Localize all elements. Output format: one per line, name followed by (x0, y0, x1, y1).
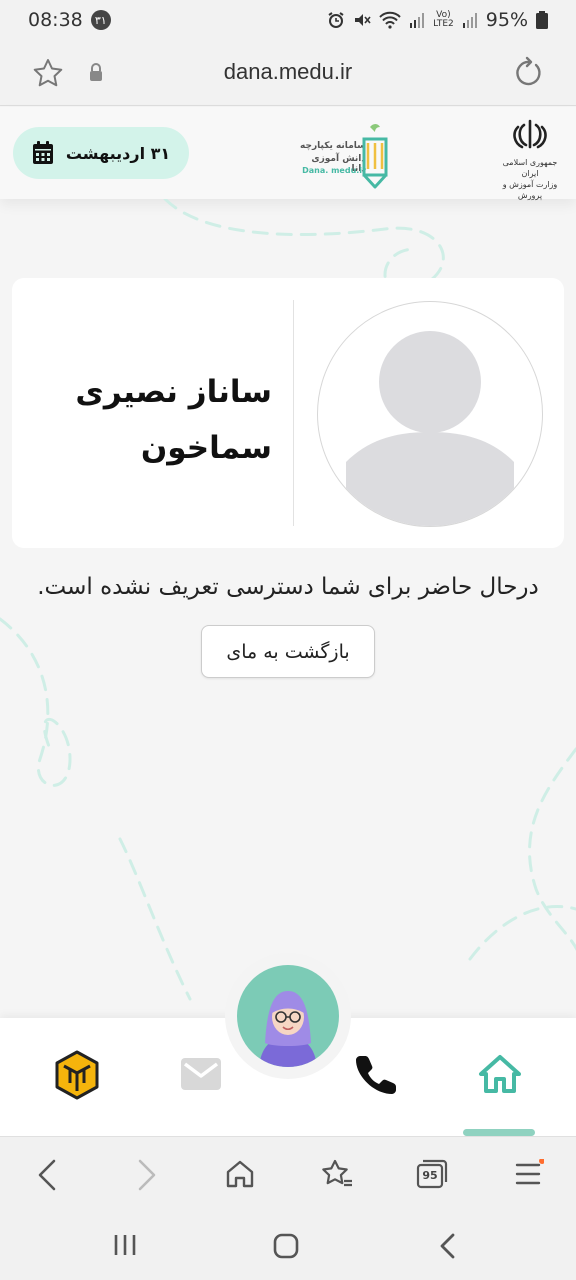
home-icon[interactable] (225, 1159, 255, 1189)
access-notice: درحال حاضر برای شما دسترسی تعریف نشده اس… (37, 574, 539, 600)
menu-button[interactable] (514, 1158, 545, 1189)
signal-icon (410, 13, 425, 28)
signal-icon-2 (462, 13, 477, 28)
girl-avatar-icon (259, 991, 317, 1067)
mute-icon (355, 14, 371, 26)
government-emblem: جمهوری اسلامی ایران وزارت آموزش و پرورش (500, 119, 560, 200)
card-divider (293, 300, 294, 526)
iran-emblem-icon (513, 119, 547, 149)
system-navigation (0, 1212, 576, 1280)
address-bar: dana.medu.ir (0, 40, 576, 106)
pencil-book-icon (362, 124, 388, 189)
user-first-name: ساناز نصیری (75, 374, 272, 410)
battery-icon (536, 11, 548, 29)
reload-icon[interactable] (512, 56, 544, 88)
mail-icon[interactable] (179, 1056, 223, 1092)
tab-count: 95 (422, 1169, 438, 1182)
forward-icon[interactable] (134, 1157, 160, 1193)
status-icons: Vo) LTE2 95% (327, 9, 548, 31)
recent-apps-icon[interactable] (112, 1232, 138, 1258)
assistant-button[interactable] (225, 953, 351, 1079)
profile-card: ساناز نصیری سماخون (12, 278, 564, 548)
dana-logo: سامانه یکپارچه دانش آموزی دانا Dana. med… (294, 115, 392, 195)
tabs-button[interactable]: 95 (416, 1159, 448, 1189)
notification-badge: ۳۱ (90, 10, 111, 30)
status-bar: 08:38 ۳۱ Vo) LTE2 95% (0, 0, 576, 40)
calendar-icon (32, 141, 53, 164)
back-icon[interactable] (34, 1157, 60, 1193)
status-time: 08:38 (28, 9, 83, 31)
site-header: ۳۱ اردیبهشت سامانه یکپارچه دانش آموزی دا… (0, 107, 576, 200)
home-button-icon[interactable] (272, 1232, 300, 1260)
date-chip[interactable]: ۳۱ اردیبهشت (13, 127, 189, 179)
system-back-icon[interactable] (436, 1232, 460, 1260)
avatar (317, 301, 543, 527)
home-icon[interactable] (478, 1054, 522, 1094)
menu-icon (515, 1158, 545, 1185)
date-text: ۳۱ اردیبهشت (65, 143, 171, 163)
user-name: ساناز نصیری سماخون (32, 364, 272, 476)
wifi-icon (379, 11, 401, 29)
cube-icon[interactable] (54, 1050, 100, 1100)
user-placeholder-icon (346, 331, 514, 526)
user-last-name: سماخون (140, 430, 272, 466)
back-to-my-button[interactable]: بازگشت به مای (201, 625, 375, 678)
alarm-icon (328, 12, 344, 28)
active-tab-indicator (463, 1129, 535, 1136)
browser-toolbar: 95 (0, 1136, 576, 1212)
network-type-label: Vo) LTE2 (433, 10, 454, 29)
battery-percent: 95% (485, 9, 528, 31)
url-field[interactable]: dana.medu.ir (0, 59, 576, 85)
bookmarks-icon[interactable] (320, 1159, 354, 1189)
assistant-avatar (237, 965, 339, 1067)
phone-icon[interactable] (356, 1054, 396, 1094)
